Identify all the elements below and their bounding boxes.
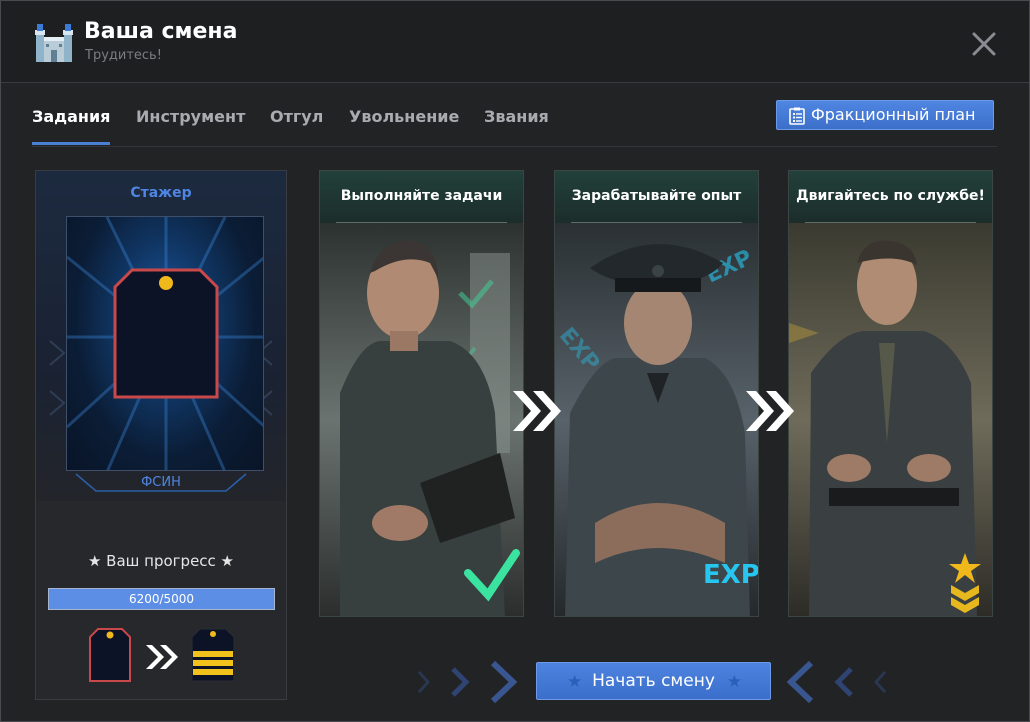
- shift-window: Ваша смена Трудитесь! Задания Инструмент…: [0, 0, 1030, 722]
- officer-promotion-illustration: [789, 223, 992, 616]
- progress-bar: 6200/5000: [48, 588, 275, 610]
- step-card-experience: Зарабатывайте опыт EXP EXP EXP: [554, 170, 759, 617]
- window-title: Ваша смена: [84, 19, 238, 44]
- step-card-promotion: Двигайтесь по службе!: [788, 170, 993, 617]
- officer-cap-illustration: EXP EXP EXP: [555, 223, 759, 616]
- rank-name: Стажер: [130, 185, 192, 201]
- clipboard-list-icon: [789, 107, 805, 125]
- tab-tasks[interactable]: Задания: [32, 107, 111, 145]
- tab-ranks[interactable]: Звания: [484, 107, 549, 145]
- chevrons-left-decoration-icon: [786, 660, 887, 704]
- progress-label: ★ Ваш прогресс ★: [87, 552, 235, 570]
- step-title: Зарабатывайте опыт: [571, 188, 742, 204]
- chevrons-right-decoration-icon: [417, 660, 518, 704]
- start-shift-button[interactable]: ★ Начать смену ★: [536, 662, 771, 700]
- arrow-right-icon: [513, 391, 561, 431]
- current-rank-icon: [89, 628, 131, 682]
- progress-text: 6200/5000: [128, 592, 195, 606]
- faction-plan-label: Фракционный план: [811, 105, 976, 124]
- window-header: Ваша смена Трудитесь!: [1, 1, 1029, 83]
- prison-building-icon: [35, 24, 73, 62]
- close-icon[interactable]: [971, 31, 997, 57]
- chevrons-right-icon: [146, 645, 178, 669]
- tab-resignation[interactable]: Увольнение: [349, 107, 459, 145]
- window-subtitle: Трудитесь!: [85, 48, 162, 63]
- faction-plan-button[interactable]: Фракционный план: [776, 100, 994, 130]
- officer-tablet-illustration: [320, 223, 523, 616]
- step-title: Двигайтесь по службе!: [796, 188, 985, 204]
- empty-epaulette-icon: [67, 217, 263, 470]
- rank-card: Стажер ФСИН ★ Ваш прогресс ★ 6200/5000: [35, 170, 287, 700]
- rank-image-frame: [66, 216, 264, 471]
- step-card-tasks: Выполняйте задачи: [319, 170, 524, 617]
- organization-label: ФСИН: [141, 475, 181, 490]
- tab-tools[interactable]: Инструмент: [136, 107, 245, 145]
- arrow-right-icon: [746, 391, 794, 431]
- step-title: Выполняйте задачи: [340, 188, 503, 204]
- tab-day-off[interactable]: Отгул: [270, 107, 323, 145]
- exp-icon: EXP: [703, 560, 759, 590]
- star-icon: ★: [726, 672, 742, 692]
- next-rank-icon: [191, 628, 235, 682]
